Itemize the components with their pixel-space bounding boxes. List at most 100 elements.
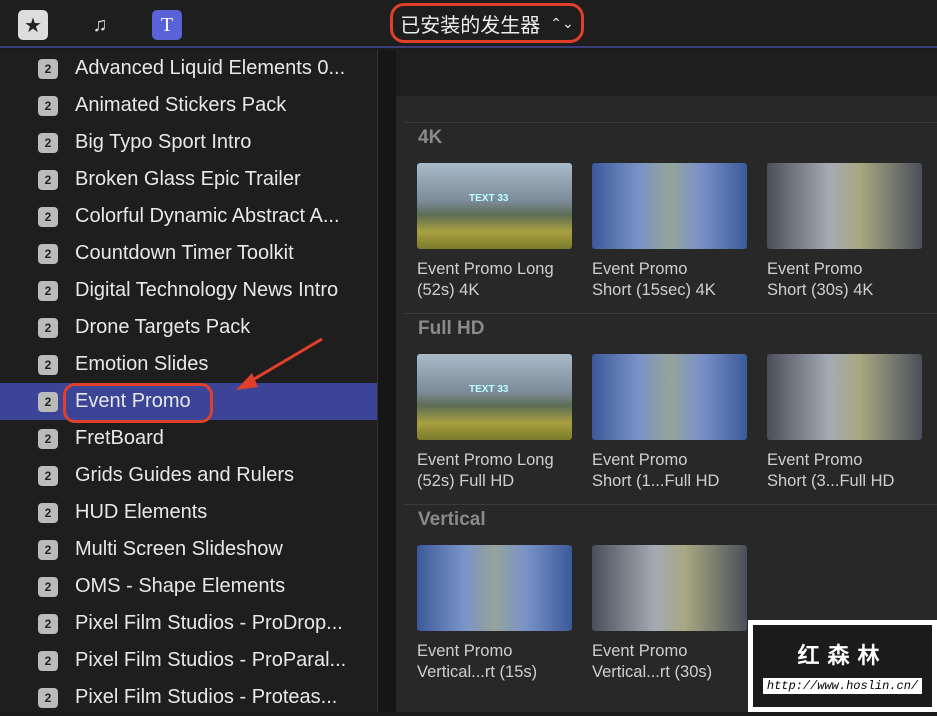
divider — [378, 50, 396, 712]
sidebar-item-label: OMS - Shape Elements — [75, 575, 286, 597]
sidebar-item[interactable]: 2 Pixel Film Studios - ProParal... — [0, 642, 377, 679]
clip-name-line2: Short (15sec) 4K — [592, 281, 716, 299]
clip-name-line2: Vertical...rt (15s) — [417, 663, 538, 681]
generator-badge-icon: 2 — [38, 428, 58, 449]
clip-caption: Event Promo Short (30s) 4K — [767, 259, 927, 301]
clip-name-line1: Event Promo — [592, 642, 688, 660]
highlight-circle — [63, 383, 213, 423]
generator-badge-icon: 2 — [38, 317, 58, 338]
clip-thumbnail[interactable] — [592, 354, 747, 440]
clip-name-line1: Event Promo — [592, 260, 688, 278]
thumbnail-text: TEXT 33 — [469, 193, 509, 204]
clip-item[interactable]: Event Promo Short (30s) 4K — [767, 163, 927, 301]
sidebar-item-label: Multi Screen Slideshow — [75, 538, 283, 560]
sidebar-item[interactable]: 2 Grids Guides and Rulers — [0, 457, 377, 494]
clip-item[interactable]: Event Promo Vertical...rt (30s) — [592, 545, 752, 683]
generator-badge-icon: 2 — [38, 169, 58, 190]
sidebar-item[interactable]: 2 Big Typo Sport Intro — [0, 124, 377, 161]
sidebar-item-label: Broken Glass Epic Trailer — [75, 168, 301, 190]
clip-item[interactable]: Event Promo Short (1...Full HD — [592, 354, 752, 492]
sidebar-item[interactable]: 2 Digital Technology News Intro — [0, 272, 377, 309]
clip-name-line2: Short (1...Full HD — [592, 472, 720, 490]
annotation-arrow-icon — [236, 337, 323, 390]
sidebar-item[interactable]: 2 Pixel Film Studios - Proteas... — [0, 679, 377, 716]
clip-name-line1: Event Promo — [592, 451, 688, 469]
clip-name-line2: (52s) 4K — [417, 281, 480, 299]
sidebar-item-label: Animated Stickers Pack — [75, 94, 287, 116]
sidebar-item-label: Advanced Liquid Elements 0... — [75, 57, 346, 79]
browser-header — [396, 50, 937, 96]
generators-selector[interactable]: 已安装的发生器 ⌃⌄ — [390, 3, 584, 43]
clip-item[interactable]: Event Promo Short (15sec) 4K — [592, 163, 752, 301]
sidebar-item[interactable]: 2 Animated Stickers Pack — [0, 87, 377, 124]
generator-badge-icon: 2 — [38, 280, 58, 301]
section-header: Vertical — [404, 504, 937, 535]
clip-name-line1: Event Promo Long — [417, 451, 554, 469]
sidebar-item-label: Emotion Slides — [75, 353, 209, 375]
generator-badge-icon: 2 — [38, 206, 58, 227]
watermark-url: http://www.hoslin.cn/ — [762, 678, 923, 694]
sidebar-item-label: Countdown Timer Toolkit — [75, 242, 294, 264]
sidebar-item[interactable]: 2 FretBoard — [0, 420, 377, 457]
generator-badge-icon: 2 — [38, 354, 58, 375]
clip-name-line1: Event Promo — [767, 451, 863, 469]
clip-thumbnail[interactable] — [592, 163, 747, 249]
photo-music-icon[interactable]: ♫ — [85, 10, 115, 40]
clip-caption: Event Promo Long (52s) Full HD — [417, 450, 577, 492]
clip-thumbnail[interactable]: TEXT 33 — [417, 354, 572, 440]
clip-name-line2: Short (3...Full HD — [767, 472, 895, 490]
selector-label: 已安装的发生器 — [400, 14, 541, 37]
watermark: 红森林 http://www.hoslin.cn/ — [748, 620, 937, 712]
titles-generators-icon[interactable]: T — [152, 10, 182, 40]
sidebar-item-label: Pixel Film Studios - Proteas... — [75, 686, 338, 708]
clip-caption: Event Promo Vertical...rt (15s) — [417, 641, 577, 683]
clip-name-line2: Vertical...rt (30s) — [592, 663, 713, 681]
clip-caption: Event Promo Vertical...rt (30s) — [592, 641, 752, 683]
clip-item[interactable]: TEXT 33 Event Promo Long (52s) Full HD — [417, 354, 577, 492]
clip-name-line1: Event Promo — [417, 642, 513, 660]
clip-caption: Event Promo Short (3...Full HD — [767, 450, 927, 492]
clip-thumbnail[interactable] — [767, 163, 922, 249]
sidebar-item[interactable]: 2 Countdown Timer Toolkit — [0, 235, 377, 272]
generator-badge-icon: 2 — [38, 576, 58, 597]
clip-caption: Event Promo Short (15sec) 4K — [592, 259, 752, 301]
generator-badge-icon: 2 — [38, 650, 58, 671]
generator-badge-icon: 2 — [38, 613, 58, 634]
sidebar-item[interactable]: 2 Broken Glass Epic Trailer — [0, 161, 377, 198]
sidebar-item-label: Grids Guides and Rulers — [75, 464, 294, 486]
sidebar-item[interactable]: 2 Multi Screen Slideshow — [0, 531, 377, 568]
clapper-star-icon[interactable]: ★ — [18, 10, 48, 40]
watermark-title: 红森林 — [797, 643, 888, 668]
generator-badge-icon: 2 — [38, 465, 58, 486]
sidebar-item[interactable]: 2 Colorful Dynamic Abstract A... — [0, 198, 377, 235]
clip-item[interactable]: Event Promo Short (3...Full HD — [767, 354, 927, 492]
sidebar-item-label: HUD Elements — [75, 501, 208, 523]
clip-thumbnail[interactable]: TEXT 33 — [417, 163, 572, 249]
sidebar-item[interactable]: 2 OMS - Shape Elements — [0, 568, 377, 605]
toolbar: ★ ♫ T 已安装的发生器 ⌃⌄ — [0, 0, 937, 48]
generator-badge-icon: 2 — [38, 243, 58, 264]
sidebar-item[interactable]: 2 Pixel Film Studios - ProDrop... — [0, 605, 377, 642]
sidebar-item-label: Pixel Film Studios - ProDrop... — [75, 612, 343, 634]
thumbnail-text: TEXT 33 — [469, 384, 509, 395]
clip-thumbnail[interactable] — [592, 545, 747, 631]
clip-name-line2: Short (30s) 4K — [767, 281, 874, 299]
clip-item[interactable]: TEXT 33 Event Promo Long (52s) 4K — [417, 163, 577, 301]
sidebar-item[interactable]: 2 Advanced Liquid Elements 0... — [0, 50, 377, 87]
generator-badge-icon: 2 — [38, 391, 58, 412]
generator-badge-icon: 2 — [38, 687, 58, 708]
generator-badge-icon: 2 — [38, 539, 58, 560]
clip-thumbnail[interactable] — [417, 545, 572, 631]
clip-caption: Event Promo Long (52s) 4K — [417, 259, 577, 301]
clip-item[interactable]: Event Promo Vertical...rt (15s) — [417, 545, 577, 683]
clip-name-line1: Event Promo — [767, 260, 863, 278]
sidebar-item-label: Drone Targets Pack — [75, 316, 251, 338]
sidebar-item-label: Colorful Dynamic Abstract A... — [75, 205, 340, 227]
generator-badge-icon: 2 — [38, 58, 58, 79]
sidebar-item[interactable]: 2 HUD Elements — [0, 494, 377, 531]
clip-thumbnail[interactable] — [767, 354, 922, 440]
sidebar-item-label: FretBoard — [75, 427, 164, 449]
browser-pane: 4K TEXT 33 Event Promo Long (52s) 4K Event… — [396, 50, 937, 712]
updown-chevron-icon: ⌃⌄ — [550, 14, 574, 31]
sidebar-item-label: Digital Technology News Intro — [75, 279, 339, 301]
